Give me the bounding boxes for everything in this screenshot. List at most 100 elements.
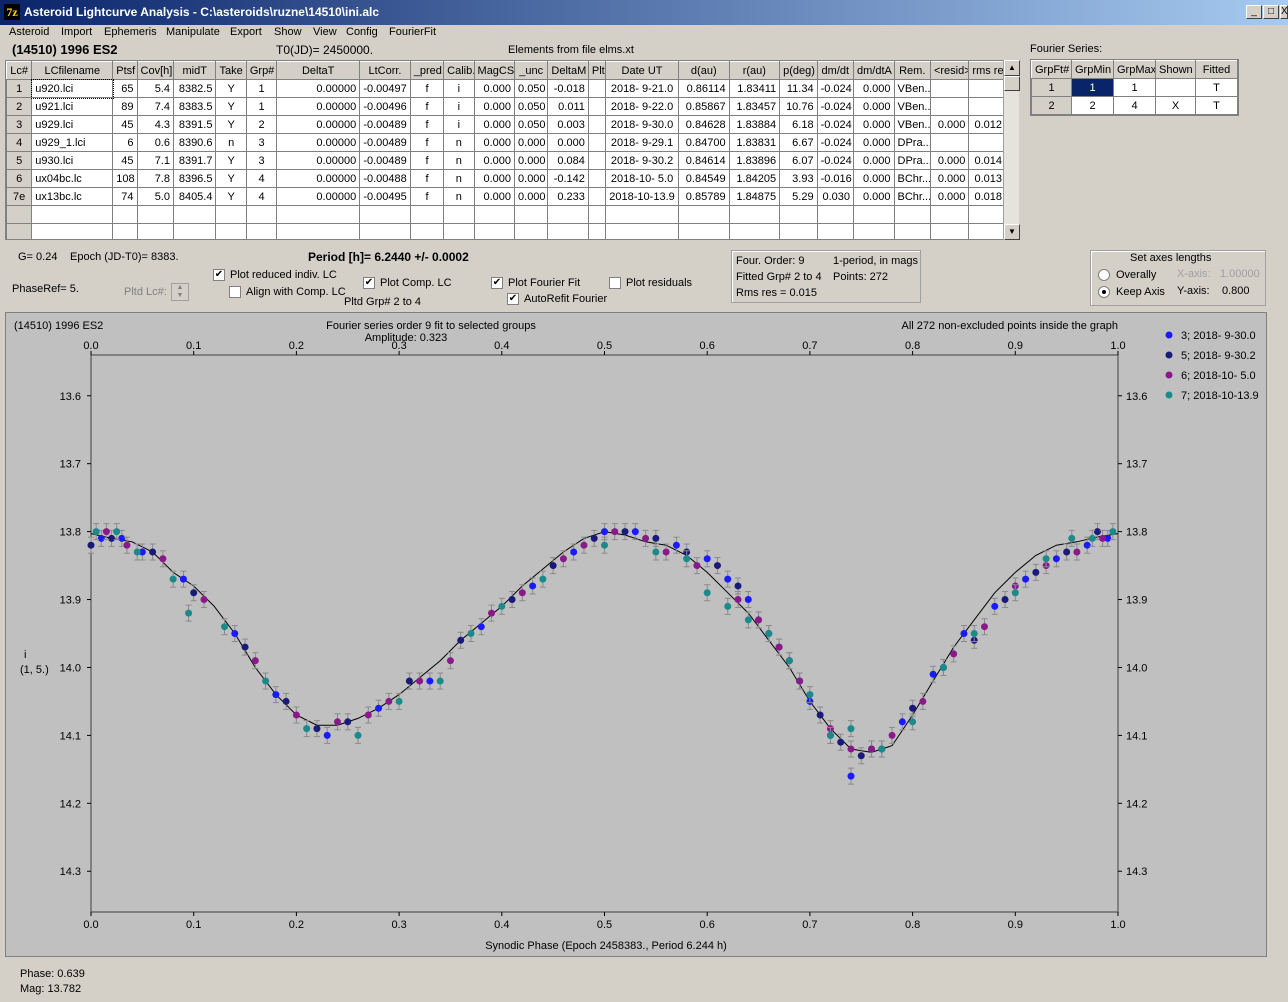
table-cell[interactable]: 7.8 xyxy=(136,169,174,188)
table-cell[interactable] xyxy=(514,223,549,239)
table-cell[interactable]: f xyxy=(409,115,445,134)
table-cell[interactable]: 0.00000 xyxy=(276,79,361,98)
lc-col-header[interactable]: _unc xyxy=(514,61,549,80)
table-cell[interactable] xyxy=(677,205,730,224)
table-cell[interactable] xyxy=(409,223,445,239)
minimize-button[interactable]: _ xyxy=(1246,5,1262,19)
table-cell[interactable]: -0.024 xyxy=(816,151,855,170)
table-cell[interactable]: 2 xyxy=(1071,96,1114,115)
table-cell[interactable]: 6.18 xyxy=(779,115,818,134)
menu-asteroid[interactable]: Asteroid xyxy=(9,26,49,38)
table-cell[interactable]: 45 xyxy=(112,115,138,134)
lc-col-header[interactable]: Date UT xyxy=(605,61,679,80)
table-cell[interactable] xyxy=(587,97,607,116)
table-cell[interactable]: 0.85789 xyxy=(677,187,730,206)
table-cell[interactable] xyxy=(605,223,679,239)
plot-canvas[interactable]: 0.00.00.10.10.20.20.30.30.40.40.50.50.60… xyxy=(6,313,1266,956)
row-number[interactable]: 1 xyxy=(6,79,33,98)
table-cell[interactable]: 0.84614 xyxy=(677,151,730,170)
table-cell[interactable]: -0.00497 xyxy=(359,79,411,98)
table-cell[interactable]: 0.011 xyxy=(547,97,589,116)
table-cell[interactable]: 0.000 xyxy=(473,133,516,152)
table-cell[interactable]: 5.4 xyxy=(136,79,174,98)
table-cell[interactable]: 0.003 xyxy=(547,115,589,134)
table-cell[interactable] xyxy=(443,223,475,239)
table-cell[interactable] xyxy=(929,133,970,152)
table-cell[interactable]: X xyxy=(1155,96,1196,115)
table-cell[interactable]: -0.018 xyxy=(547,79,589,98)
lc-col-header[interactable]: MagCS xyxy=(473,61,516,80)
table-cell[interactable]: Y xyxy=(215,97,247,116)
row-number[interactable]: 7e xyxy=(6,187,33,206)
table-cell[interactable]: 1.83411 xyxy=(728,79,781,98)
table-cell[interactable] xyxy=(473,205,516,224)
table-cell[interactable]: Y xyxy=(215,187,247,206)
table-cell[interactable]: 2018- 9-29.1 xyxy=(605,133,679,152)
table-cell[interactable] xyxy=(853,223,895,239)
table-cell[interactable]: i xyxy=(443,115,475,134)
table-cell[interactable]: 0.013 xyxy=(968,169,1006,188)
table-cell[interactable] xyxy=(547,205,589,224)
menu-export[interactable]: Export xyxy=(230,26,262,38)
table-cell[interactable]: -0.024 xyxy=(816,97,855,116)
table-cell[interactable]: 1.83831 xyxy=(728,133,781,152)
lc-col-header[interactable]: midT xyxy=(172,61,217,80)
plot-reduced-checkbox[interactable]: ✔ xyxy=(213,269,225,281)
table-cell[interactable]: 8390.6 xyxy=(172,133,217,152)
table-cell[interactable] xyxy=(587,79,607,98)
table-cell[interactable] xyxy=(547,223,589,239)
table-cell[interactable]: 5.0 xyxy=(136,187,174,206)
table-cell[interactable]: -0.016 xyxy=(816,169,855,188)
table-cell[interactable]: 0.000 xyxy=(853,151,895,170)
plot-fourier-checkbox[interactable]: ✔ xyxy=(491,277,503,289)
table-cell[interactable]: 2018-10-13.9 xyxy=(605,187,679,206)
table-cell[interactable]: BChr... xyxy=(893,169,931,188)
table-cell[interactable]: 74 xyxy=(112,187,138,206)
table-cell[interactable] xyxy=(276,223,361,239)
table-cell[interactable]: DPra... xyxy=(893,133,931,152)
table-cell[interactable]: 89 xyxy=(112,97,138,116)
table-cell[interactable]: 0.6 xyxy=(136,133,174,152)
plot-residuals-checkbox[interactable] xyxy=(609,277,621,289)
lc-col-header[interactable]: p(deg) xyxy=(779,61,818,80)
table-cell[interactable]: i xyxy=(443,97,475,116)
table-cell[interactable] xyxy=(112,205,138,224)
row-number[interactable]: 2 xyxy=(6,97,33,116)
table-cell[interactable]: 1.84205 xyxy=(728,169,781,188)
table-row[interactable]: 3 u929.lci 45 4.3 8391.5 Y 2 0.00000 -0.00489 f i 0… xyxy=(6,115,1006,134)
overally-radio[interactable] xyxy=(1098,269,1110,281)
table-cell[interactable]: 1.83457 xyxy=(728,97,781,116)
table-cell[interactable]: 0.00000 xyxy=(276,187,361,206)
table-cell[interactable]: 0.000 xyxy=(473,97,516,116)
table-row[interactable]: 5 u930.lci 45 7.1 8391.7 Y 3 0.00000 -0.00489 f n 0… xyxy=(6,151,1006,170)
table-cell[interactable]: Y xyxy=(215,169,247,188)
lc-col-header[interactable]: _pred. xyxy=(409,61,445,80)
table-cell[interactable]: n xyxy=(443,169,475,188)
table-cell[interactable]: 6 xyxy=(112,133,138,152)
table-cell[interactable]: f xyxy=(409,151,445,170)
table-cell[interactable]: -0.024 xyxy=(816,79,855,98)
table-cell[interactable]: 45 xyxy=(112,151,138,170)
table-cell[interactable]: -0.142 xyxy=(547,169,589,188)
table-cell[interactable]: -0.00489 xyxy=(359,115,411,134)
close-button[interactable]: X xyxy=(1280,5,1288,19)
table-cell[interactable]: 0.00000 xyxy=(276,97,361,116)
table-cell[interactable]: -0.00489 xyxy=(359,151,411,170)
table-cell[interactable]: 3 xyxy=(245,133,278,152)
table-cell[interactable]: -0.00489 xyxy=(359,133,411,152)
table-cell[interactable]: f xyxy=(409,187,445,206)
table-cell[interactable]: 1.83896 xyxy=(728,151,781,170)
table-cell[interactable]: 2018- 9-30.2 xyxy=(605,151,679,170)
table-cell[interactable]: 0.000 xyxy=(853,115,895,134)
lc-col-header[interactable]: LtCorr. xyxy=(359,61,411,80)
table-cell[interactable] xyxy=(172,205,217,224)
lc-col-header[interactable]: LCfilename xyxy=(31,61,114,80)
table-row[interactable]: 4 u929_1.lci 6 0.6 8390.6 n 3 0.00000 -0.00489 f n… xyxy=(6,133,1006,152)
table-cell[interactable]: 1.84875 xyxy=(728,187,781,206)
keep-axis-radio[interactable] xyxy=(1098,286,1110,298)
table-cell[interactable]: DPra... xyxy=(893,151,931,170)
table-cell[interactable]: 0.050 xyxy=(514,97,549,116)
table-cell[interactable]: 0.00000 xyxy=(276,151,361,170)
table-cell[interactable]: 0.84628 xyxy=(677,115,730,134)
table-cell[interactable]: 2018- 9-22.0 xyxy=(605,97,679,116)
